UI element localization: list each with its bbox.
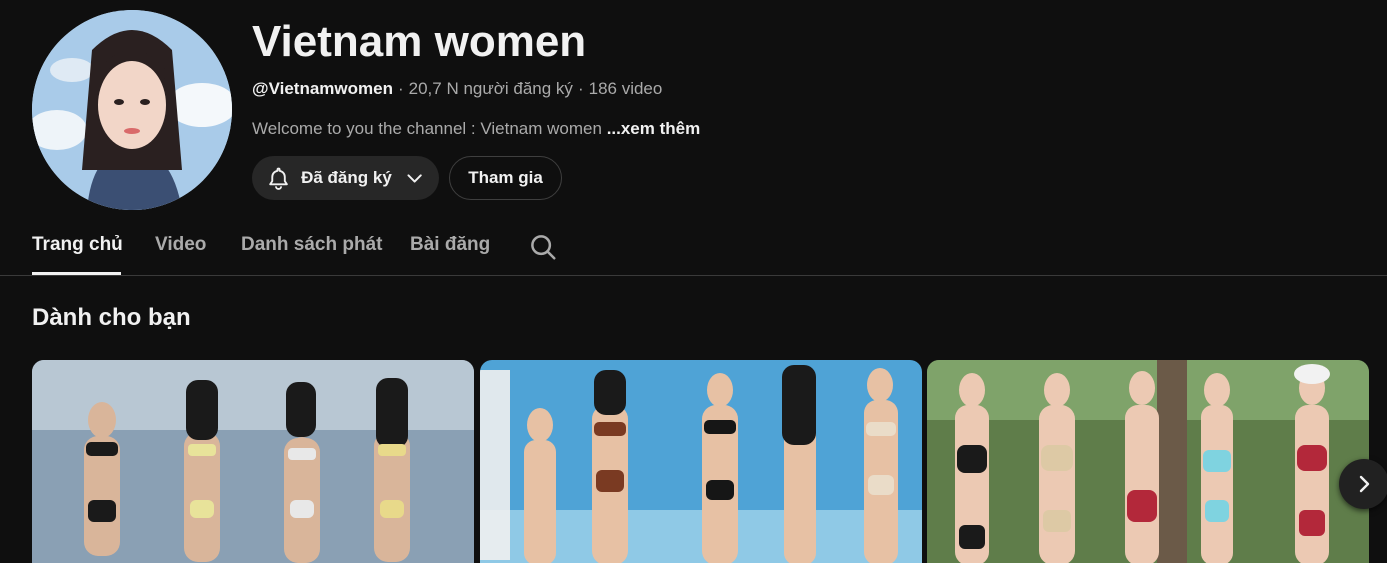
channel-meta: @Vietnamwomen · 20,7 N người đăng ký · 186 v… xyxy=(252,78,662,100)
video-thumbnail[interactable] xyxy=(32,360,474,563)
video-thumbnail[interactable] xyxy=(927,360,1369,563)
channel-handle[interactable]: @Vietnamwomen xyxy=(252,79,393,98)
tab-playlists[interactable]: Danh sách phát xyxy=(241,234,382,256)
join-button[interactable]: Tham gia xyxy=(449,156,562,200)
tabs-divider xyxy=(0,275,1387,276)
join-label: Tham gia xyxy=(468,168,543,187)
channel-title: Vietnam women xyxy=(252,17,587,66)
subscriber-count: 20,7 N người đăng ký xyxy=(408,79,573,98)
channel-avatar[interactable] xyxy=(32,10,232,210)
tab-videos[interactable]: Video xyxy=(155,234,206,256)
meta-separator: · xyxy=(397,79,404,98)
video-count: 186 video xyxy=(588,79,663,98)
meta-separator: · xyxy=(577,79,584,98)
more-link[interactable]: ...xem thêm xyxy=(607,119,701,138)
subscribed-button[interactable]: Đã đăng ký xyxy=(252,156,439,200)
tab-home[interactable]: Trang chủ xyxy=(32,234,123,256)
channel-page: Vietnam women @Vietnamwomen · 20,7 N người… xyxy=(0,0,1387,563)
description-text: Welcome to you the channel : Vietnam wom… xyxy=(252,119,602,138)
carousel-next-button[interactable] xyxy=(1339,459,1387,509)
section-title: Dành cho bạn xyxy=(32,304,191,331)
subscribed-label: Đã đăng ký xyxy=(301,168,392,187)
chevron-down-icon xyxy=(407,174,422,183)
bell-icon xyxy=(269,167,288,190)
chevron-right-icon xyxy=(1359,475,1370,493)
video-thumbnail[interactable] xyxy=(480,360,922,563)
channel-description[interactable]: Welcome to you the channel : Vietnam wom… xyxy=(252,118,700,140)
search-icon[interactable] xyxy=(528,232,558,262)
tab-posts[interactable]: Bài đăng xyxy=(410,234,490,256)
